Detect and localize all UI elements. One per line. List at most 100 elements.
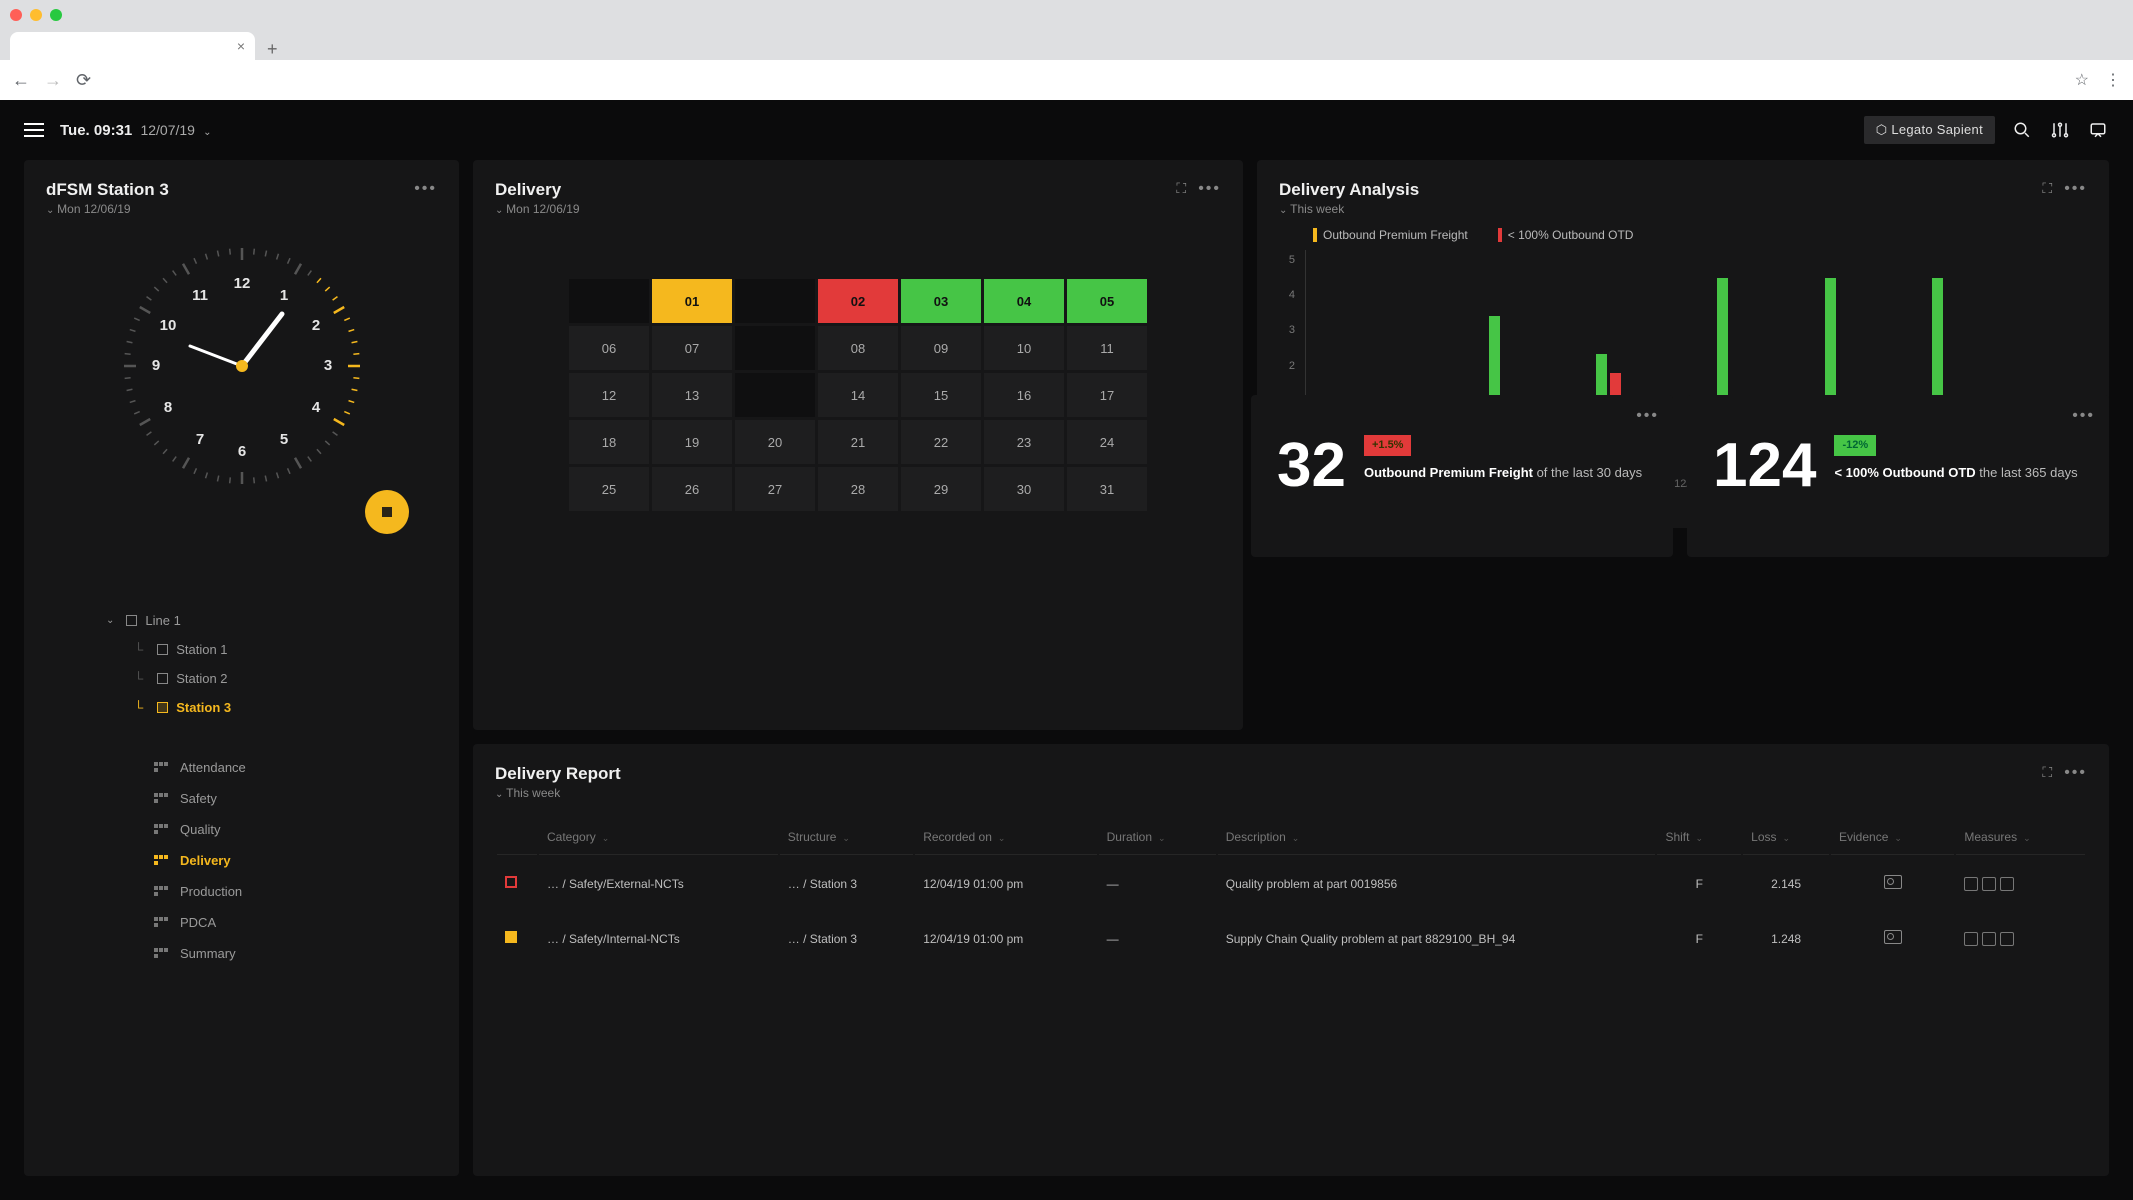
tab-close-icon[interactable]: × <box>237 38 245 54</box>
cal-day[interactable] <box>735 279 815 323</box>
cat-summary[interactable]: Summary <box>46 938 437 969</box>
browser-menu-icon[interactable]: ⋮ <box>2105 70 2121 90</box>
cat-quality[interactable]: Quality <box>46 814 437 845</box>
measures-icons[interactable] <box>1964 932 2077 946</box>
forward-icon[interactable]: → <box>44 70 62 91</box>
col-header[interactable]: Structure⌄ <box>780 820 913 855</box>
cal-day[interactable]: 04 <box>984 279 1064 323</box>
cal-day[interactable]: 20 <box>735 420 815 464</box>
new-tab-button[interactable]: + <box>255 39 290 60</box>
cal-day[interactable]: 16 <box>984 373 1064 417</box>
col-header[interactable]: Description⌄ <box>1218 820 1656 855</box>
expand-icon[interactable]: ⛶ <box>1176 180 1186 196</box>
cal-day[interactable]: 25 <box>569 467 649 511</box>
col-header[interactable]: Measures⌄ <box>1956 820 2085 855</box>
cal-day[interactable]: 18 <box>569 420 649 464</box>
cal-day[interactable]: 23 <box>984 420 1064 464</box>
expand-icon[interactable]: ⛶ <box>2042 764 2052 780</box>
panel-menu-icon[interactable]: ••• <box>2064 764 2087 781</box>
cal-day[interactable]: 30 <box>984 467 1064 511</box>
svg-text:1: 1 <box>279 287 287 304</box>
cal-day[interactable]: 26 <box>652 467 732 511</box>
col-header[interactable]: Category⌄ <box>539 820 778 855</box>
hamburger-icon[interactable] <box>24 123 44 137</box>
search-icon[interactable] <box>2011 119 2033 141</box>
panel-menu-icon[interactable]: ••• <box>2064 180 2087 197</box>
cal-day[interactable]: 01 <box>652 279 732 323</box>
cal-day[interactable]: 05 <box>1067 279 1147 323</box>
svg-text:8: 8 <box>163 399 171 416</box>
cal-day[interactable] <box>735 373 815 417</box>
chat-icon[interactable] <box>2087 119 2109 141</box>
row-status-icon <box>505 931 517 943</box>
cal-day[interactable]: 06 <box>569 326 649 370</box>
app-root: Tue. 09:31 12/07/19 ⌄ ⬡ Legato Sapient d… <box>0 100 2133 1200</box>
cal-day[interactable]: 12 <box>569 373 649 417</box>
cal-day[interactable] <box>735 326 815 370</box>
category-nav: AttendanceSafetyQualityDeliveryProductio… <box>46 752 437 969</box>
browser-tab[interactable]: × <box>10 32 255 60</box>
delivery-subtitle[interactable]: Mon 12/06/19 <box>495 202 580 216</box>
cal-day[interactable]: 03 <box>901 279 981 323</box>
topbar-datetime[interactable]: Tue. 09:31 12/07/19 ⌄ <box>60 122 212 139</box>
col-header[interactable]: Duration⌄ <box>1099 820 1216 855</box>
panel-menu-icon[interactable]: ••• <box>414 180 437 198</box>
kpi-badge: +1.5% <box>1364 435 1412 456</box>
panel-menu-icon[interactable]: ••• <box>1198 180 1221 197</box>
analysis-title: Delivery Analysis <box>1279 180 1419 200</box>
col-header[interactable]: Recorded on⌄ <box>915 820 1096 855</box>
col-header[interactable]: Shift⌄ <box>1657 820 1741 855</box>
cat-delivery[interactable]: Delivery <box>46 845 437 876</box>
cal-day[interactable]: 02 <box>818 279 898 323</box>
cal-day[interactable]: 13 <box>652 373 732 417</box>
cal-day[interactable]: 08 <box>818 326 898 370</box>
expand-icon[interactable]: ⛶ <box>2042 180 2052 196</box>
minimize-window-icon[interactable] <box>30 9 42 21</box>
station-subtitle[interactable]: Mon 12/06/19 <box>46 202 169 216</box>
settings-slider-icon[interactable] <box>2049 119 2071 141</box>
cal-day[interactable]: 28 <box>818 467 898 511</box>
measures-icons[interactable] <box>1964 877 2077 891</box>
cal-day[interactable]: 11 <box>1067 326 1147 370</box>
table-row[interactable]: … / Safety/External-NCTs… / Station 312/… <box>497 857 2085 910</box>
cat-pdca[interactable]: PDCA <box>46 907 437 938</box>
evidence-icon[interactable] <box>1884 930 1902 944</box>
cal-day[interactable]: 19 <box>652 420 732 464</box>
cal-day[interactable]: 22 <box>901 420 981 464</box>
cat-attendance[interactable]: Attendance <box>46 752 437 783</box>
cal-day[interactable]: 17 <box>1067 373 1147 417</box>
cat-production[interactable]: Production <box>46 876 437 907</box>
tree-station-2[interactable]: └Station 2 <box>46 664 437 693</box>
svg-text:3: 3 <box>323 357 331 374</box>
col-header[interactable]: Evidence⌄ <box>1831 820 1954 855</box>
close-window-icon[interactable] <box>10 9 22 21</box>
cal-day[interactable]: 29 <box>901 467 981 511</box>
stop-button[interactable] <box>365 490 409 534</box>
panel-menu-icon[interactable]: ••• <box>2072 407 2095 425</box>
tree-station-1[interactable]: └Station 1 <box>46 635 437 664</box>
cat-safety[interactable]: Safety <box>46 783 437 814</box>
report-subtitle[interactable]: This week <box>495 786 621 800</box>
svg-text:11: 11 <box>192 287 208 304</box>
cal-day[interactable]: 15 <box>901 373 981 417</box>
station-panel: dFSM Station 3 Mon 12/06/19 ••• 1212 345… <box>24 160 459 1176</box>
analysis-subtitle[interactable]: This week <box>1279 202 1419 216</box>
panel-menu-icon[interactable]: ••• <box>1636 407 1659 425</box>
cal-day[interactable]: 07 <box>652 326 732 370</box>
reload-icon[interactable]: ⟳ <box>76 70 91 91</box>
cal-day[interactable]: 31 <box>1067 467 1147 511</box>
evidence-icon[interactable] <box>1884 875 1902 889</box>
cal-day[interactable]: 21 <box>818 420 898 464</box>
maximize-window-icon[interactable] <box>50 9 62 21</box>
tree-station-3[interactable]: └Station 3 <box>46 693 437 722</box>
cal-day[interactable]: 10 <box>984 326 1064 370</box>
col-header[interactable]: Loss⌄ <box>1743 820 1829 855</box>
cal-day[interactable]: 24 <box>1067 420 1147 464</box>
tree-line[interactable]: ⌄Line 1 <box>46 606 437 635</box>
cal-day[interactable]: 09 <box>901 326 981 370</box>
cal-day[interactable]: 27 <box>735 467 815 511</box>
table-row[interactable]: … / Safety/Internal-NCTs… / Station 312/… <box>497 912 2085 965</box>
back-icon[interactable]: ← <box>12 70 30 91</box>
star-icon[interactable]: ☆ <box>2075 70 2089 90</box>
cal-day[interactable]: 14 <box>818 373 898 417</box>
